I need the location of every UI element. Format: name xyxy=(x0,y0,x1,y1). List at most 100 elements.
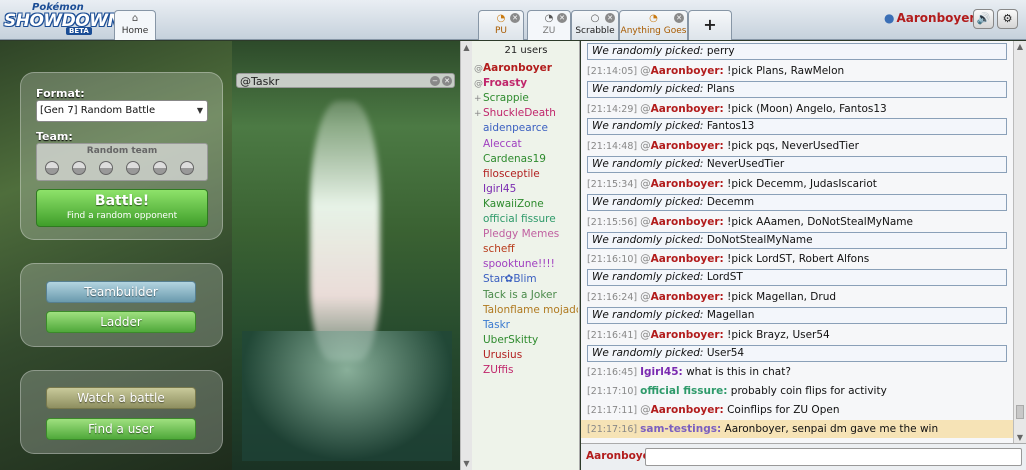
chat-input[interactable] xyxy=(645,448,1022,466)
userlist-item[interactable]: scheff xyxy=(474,242,578,256)
username-button[interactable]: ● Aaronboyer xyxy=(884,11,975,27)
pick-label: We randomly picked: xyxy=(592,308,704,321)
ladder-button[interactable]: Ladder xyxy=(46,311,196,333)
random-pick-result: We randomly picked: DoNotStealMyName xyxy=(587,231,1007,249)
message-author[interactable]: Aaronboyer: xyxy=(651,103,724,115)
message-text: !pick Magellan, Drud xyxy=(723,291,837,304)
userlist-item[interactable]: @Froasty xyxy=(474,76,578,90)
user-rank: @ xyxy=(474,79,483,90)
pick-label: We randomly picked: xyxy=(592,233,704,246)
message-author[interactable]: Aaronboyer: xyxy=(651,253,724,265)
userlist-item[interactable]: ZUffis xyxy=(474,363,578,377)
minimize-icon[interactable]: − xyxy=(430,76,440,86)
message-author[interactable]: Aaronboyer: xyxy=(651,216,724,228)
user-rank: + xyxy=(474,109,482,120)
scroll-down-icon[interactable]: ▼ xyxy=(1014,433,1026,442)
scroll-down-icon[interactable]: ▼ xyxy=(461,459,472,468)
sound-button[interactable]: 🔊 xyxy=(973,9,994,29)
pick-value: Fantos13 xyxy=(703,120,755,133)
background-scenery xyxy=(232,41,460,470)
user-name: Tack is a Joker xyxy=(483,288,557,301)
team-label: Team: xyxy=(36,130,73,143)
message-rank: @ xyxy=(640,404,651,417)
user-name: filosceptile xyxy=(483,167,540,180)
pokemon-showdown-logo[interactable]: Pokémon SHOWDOWN! BETA xyxy=(2,2,129,36)
format-select[interactable]: [Gen 7] Random Battle ▼ xyxy=(36,100,208,122)
userlist-item[interactable]: filosceptile xyxy=(474,167,578,181)
random-pick-result: We randomly picked: Magellan xyxy=(587,306,1007,324)
message-author[interactable]: Igirl45: xyxy=(640,366,683,378)
message-author[interactable]: Aaronboyer: xyxy=(651,329,724,341)
userlist-item[interactable]: aidenpearce xyxy=(474,121,578,135)
message-text: !pick LordST, Robert Alfons xyxy=(723,253,870,266)
close-icon[interactable]: ✕ xyxy=(510,13,520,23)
chat-message: [21:17:16] sam-testings: Aaronboyer, sen… xyxy=(581,420,1013,438)
pokeball-icon xyxy=(72,161,86,175)
message-text: Aaronboyer, senpai dm gave me the win xyxy=(721,423,939,435)
chat-message: [21:16:24] @Aaronboyer: !pick Magellan, … xyxy=(587,288,1007,306)
tab-add-room[interactable]: + xyxy=(688,10,732,40)
message-author[interactable]: Aaronboyer: xyxy=(651,404,724,416)
tab-room-pu[interactable]: ◔ ✕ PU xyxy=(478,10,524,40)
message-author[interactable]: Aaronboyer: xyxy=(651,178,724,190)
userlist-item[interactable]: @Aaronboyer xyxy=(474,61,578,75)
tab-home[interactable]: ⌂ Home xyxy=(114,10,156,40)
message-author[interactable]: official fissure: xyxy=(640,385,727,397)
userlist-item[interactable]: Star✿Blim xyxy=(474,272,578,286)
userlist-item[interactable]: Aleccat xyxy=(474,137,578,151)
tab-room-anything-goes[interactable]: ◔ ✕ Anything Goes xyxy=(619,10,688,40)
random-pick-result: We randomly picked: NeverUsedTier xyxy=(587,156,1007,174)
user-name: Scrappie xyxy=(483,92,529,105)
chat-message: [21:15:56] @Aaronboyer: !pick AAamen, Do… xyxy=(587,213,1007,231)
pick-value: NeverUsedTier xyxy=(703,158,785,171)
battle-button[interactable]: Battle! Find a random opponent xyxy=(36,189,208,227)
userlist-scrollbar[interactable]: ▲ ▼ xyxy=(460,41,472,470)
userlist-item[interactable]: spooktune!!!! xyxy=(474,257,578,271)
close-icon[interactable]: ✕ xyxy=(674,13,684,23)
pick-label: We randomly picked: xyxy=(592,158,704,171)
settings-button[interactable]: ⚙ xyxy=(997,9,1018,29)
userlist-item[interactable]: Pledgy Memes xyxy=(474,227,578,241)
message-timestamp: [21:17:16] xyxy=(587,424,641,435)
close-icon[interactable]: ✕ xyxy=(557,13,567,23)
userlist-item[interactable]: Urusius xyxy=(474,348,578,362)
user-name: Taskr xyxy=(483,318,510,331)
message-timestamp: [21:16:45] xyxy=(587,367,641,379)
userlist-item[interactable]: official fissure xyxy=(474,212,578,226)
scroll-up-icon[interactable]: ▲ xyxy=(461,43,472,52)
userlist-item[interactable]: Tack is a Joker xyxy=(474,288,578,302)
userlist-item[interactable]: Igirl45 xyxy=(474,182,578,196)
watch-battle-button[interactable]: Watch a battle xyxy=(46,387,196,409)
close-icon[interactable]: ✕ xyxy=(605,13,615,23)
pm-window-taskr[interactable]: @Taskr − ✕ xyxy=(236,73,455,88)
userlist-item[interactable]: Cardenas19 xyxy=(474,152,578,166)
tab-room-zu[interactable]: ◔ ✕ ZU xyxy=(527,10,571,40)
message-author[interactable]: Aaronboyer: xyxy=(651,140,724,152)
pick-label: We randomly picked: xyxy=(592,195,704,208)
userlist-item[interactable]: Taskr xyxy=(474,318,578,332)
userlist-item[interactable]: KawaiiZone xyxy=(474,197,578,211)
user-name: spooktune!!!! xyxy=(483,258,555,271)
message-author[interactable]: Aaronboyer: xyxy=(651,291,724,303)
message-author[interactable]: sam-testings: xyxy=(640,423,721,435)
scroll-up-icon[interactable]: ▲ xyxy=(1014,42,1026,51)
userlist-item[interactable]: +Scrappie xyxy=(474,91,578,105)
chevron-down-icon: ▼ xyxy=(196,106,203,115)
random-pick-result: We randomly picked: perry xyxy=(587,43,1007,60)
team-select[interactable]: Random team xyxy=(36,143,208,181)
scroll-thumb[interactable] xyxy=(1016,405,1024,419)
message-text: !pick Plans, RawMelon xyxy=(723,64,845,77)
tab-room-scrabble[interactable]: ○ ✕ Scrabble xyxy=(571,10,619,40)
userlist-item[interactable]: UberSkitty xyxy=(474,333,578,347)
top-header: Pokémon SHOWDOWN! BETA ⌂ Home ◔ ✕ PU ◔ ✕… xyxy=(0,0,1026,40)
teambuilder-button[interactable]: Teambuilder xyxy=(46,281,196,303)
chat-message: [21:16:45] Igirl45: what is this in chat… xyxy=(587,363,1007,381)
chat-scrollbar[interactable]: ▲ ▼ xyxy=(1013,41,1026,443)
close-icon[interactable]: ✕ xyxy=(442,76,452,86)
find-user-button[interactable]: Find a user xyxy=(46,418,196,440)
userlist-item[interactable]: Talonflame mojado xyxy=(474,303,578,317)
message-timestamp: [21:16:41] xyxy=(587,329,641,341)
message-author[interactable]: Aaronboyer: xyxy=(651,65,724,77)
random-pick-result: We randomly picked: LordST xyxy=(587,269,1007,287)
userlist-item[interactable]: +ShuckleDeath xyxy=(474,106,578,120)
